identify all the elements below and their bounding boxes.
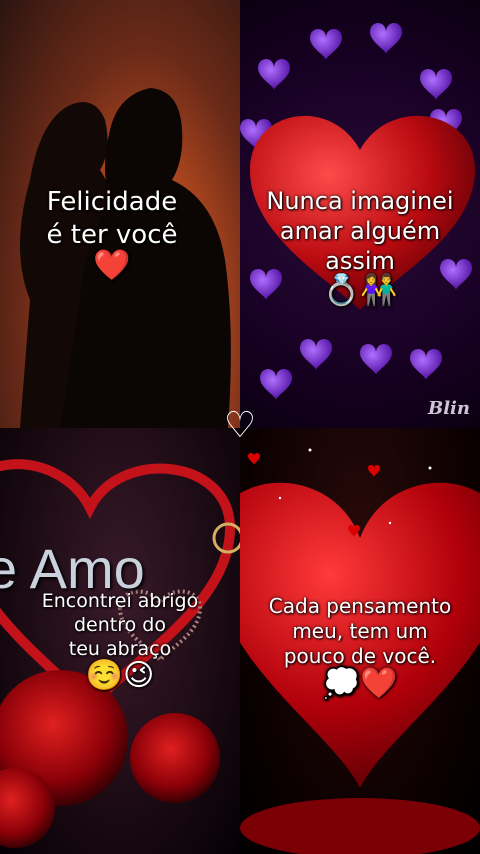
caption-line: dentro do — [74, 613, 166, 636]
caption-line: é ter você — [46, 219, 178, 250]
caption-nunca-imaginei: Nunca imaginei amar alguém assim 💍👫 — [240, 186, 480, 306]
caption-line: assim — [325, 247, 395, 275]
thought-heart-emoji: 💭❤️ — [322, 666, 398, 701]
smiling-emoji: ☺️😉 — [85, 658, 155, 694]
ring-couple-emoji: 💍👫 — [322, 273, 398, 308]
caption-line: amar alguém — [279, 217, 441, 245]
outline-heart-icon: ♡ — [223, 405, 257, 446]
collage: Felicidade é ter você ❤️ Nunca imaginei … — [0, 0, 480, 854]
caption-line: Cada pensamento — [268, 594, 452, 618]
caption-cada-pensamento: Cada pensamento meu, tem um pouco de voc… — [240, 594, 480, 699]
watermark: Blin — [428, 398, 470, 419]
caption-felicidade: Felicidade é ter você ❤️ — [0, 186, 224, 281]
caption-encontrei-abrigo: Encontrei abrigo dentro do teu abraço ☺️… — [0, 590, 240, 691]
heart-emoji: ❤️ — [93, 248, 131, 283]
caption-line: Nunca imaginei — [266, 187, 454, 215]
caption-line: Felicidade — [46, 187, 178, 217]
caption-line: meu, tem um — [292, 619, 428, 643]
caption-line: Encontrei abrigo — [41, 590, 199, 612]
